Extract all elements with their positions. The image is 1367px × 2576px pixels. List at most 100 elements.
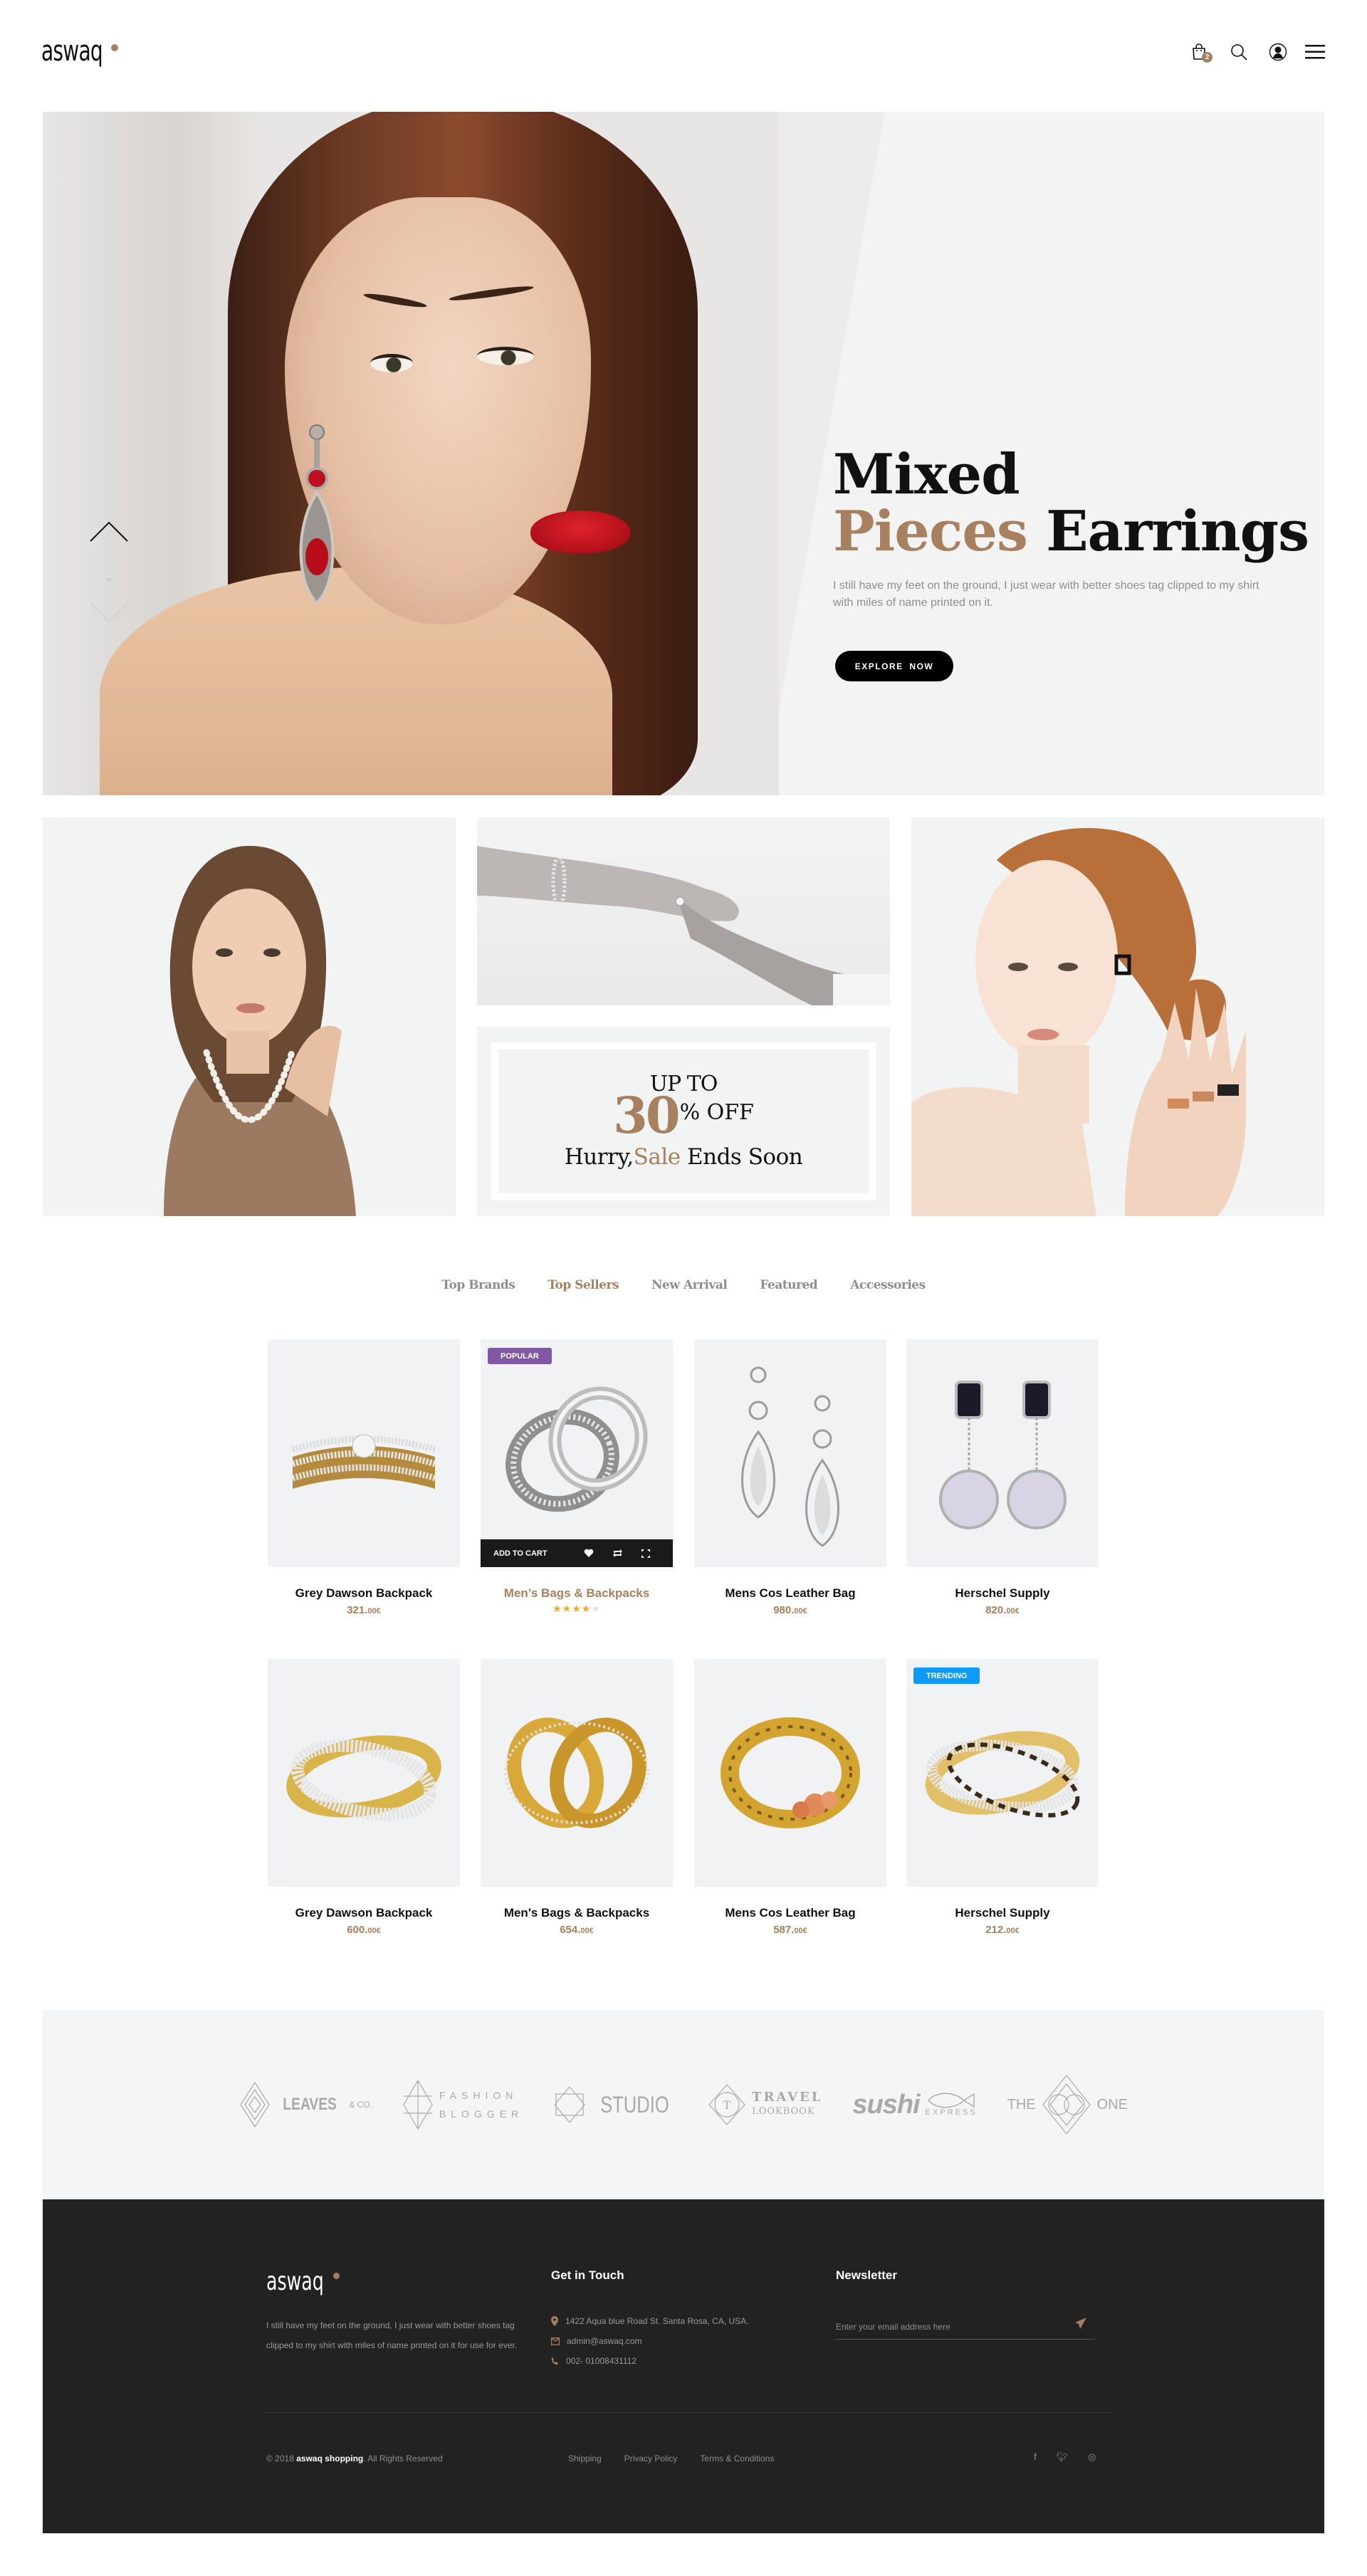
brand-logo-leaves[interactable]: LEAVES & CO. [239,2081,372,2128]
search-button[interactable] [1229,41,1249,63]
instagram-icon[interactable]: ◎ [1088,2451,1096,2463]
cart-button[interactable]: 2 [1189,41,1213,63]
product-image[interactable]: TRENDING [906,1659,1099,1887]
product-image[interactable] [481,1659,673,1887]
model-with-rings-image [911,828,1246,1216]
product-card[interactable]: POPULAR ADD TO CART Men’s Bags & Backpac… [481,1339,673,1615]
search-icon [1231,44,1247,61]
product-image[interactable] [906,1339,1099,1567]
promo-banner-rings[interactable] [911,817,1324,1216]
menu-button[interactable] [1305,41,1325,63]
product-card[interactable]: Grey Dawson Backpack 321.00€ [268,1339,460,1616]
explore-now-button[interactable]: EXPLORE NOW [835,651,953,681]
compare-button[interactable] [603,1549,632,1558]
copyright-text: © 2018 aswaq shopping. All Rights Reserv… [266,2454,443,2464]
diamond-ring-set-image [291,1434,436,1489]
product-card[interactable]: Grey Dawson Backpack 600.00€ [268,1659,460,1936]
product-name[interactable]: Mens Cos Leather Bag [694,1586,886,1601]
expand-icon [641,1549,650,1558]
product-image[interactable]: POPULAR ADD TO CART [481,1339,673,1567]
add-to-cart-button[interactable]: ADD TO CART [493,1549,575,1558]
product-price: 600.00€ [347,1924,381,1936]
footer-link-privacy-policy[interactable]: Privacy Policy [624,2454,678,2464]
newsletter-email-input[interactable] [836,2314,1095,2340]
slider-next-arrow-icon[interactable] [89,602,129,623]
footer-link-shipping[interactable]: Shipping [568,2454,602,2464]
tab-accessories[interactable]: Accessories [850,1278,926,1292]
star-icon: ★ [572,1603,582,1614]
account-button[interactable] [1268,41,1288,63]
product-rating: ★★★★★ [481,1603,673,1615]
product-price: 980.00€ [773,1604,807,1616]
product-card[interactable]: TRENDING Herschel Supply 212.00€ [906,1659,1099,1936]
product-price: 212.00€ [985,1924,1020,1936]
contact-heading: Get in Touch [551,2268,624,2282]
promo-banner-bracelet[interactable] [477,817,890,1005]
brand-logo-the-one[interactable]: THE ONE [1007,2074,1128,2135]
logo-dot [111,44,118,51]
footer-logo[interactable]: aswaq [266,2267,324,2296]
twitter-icon[interactable]: 🐦︎ [1057,2451,1069,2463]
star-icon: ★ [581,1603,592,1614]
tab-top-brands[interactable]: Top Brands [441,1278,515,1292]
contact-phone[interactable]: 002- 01008431112 [551,2356,637,2366]
product-name[interactable]: Mens Cos Leather Bag [694,1906,886,1920]
tab-top-sellers[interactable]: Top Sellers [548,1278,619,1292]
quick-view-button[interactable] [632,1549,660,1559]
product-action-bar: ADD TO CART [481,1539,673,1567]
product-card[interactable]: Mens Cos Leather Bag 980.00€ [694,1339,886,1616]
earring-illustration [299,424,335,605]
slider-prev-arrow-icon[interactable] [89,521,129,543]
brand-logo-travel-lookbook[interactable]: T TRAVEL LOOKBOOK [708,2083,822,2126]
sale-percent: 30 [613,1086,680,1145]
product-image[interactable] [268,1339,460,1567]
wishlist-button[interactable] [575,1549,603,1558]
product-name[interactable]: Men's Bags & Backpacks [481,1906,673,1920]
tab-new-arrival[interactable]: New Arrival [651,1278,728,1292]
product-name[interactable]: Grey Dawson Backpack [268,1586,460,1601]
slider-indicator-dot[interactable] [107,577,111,582]
brand-logo-sushi-express[interactable]: sushi EXPRESS [852,2090,977,2120]
brand-logo-fashion-blogger[interactable]: FASHION BLOGGER [402,2079,523,2130]
svg-text:T: T [723,2098,731,2112]
product-name[interactable]: Grey Dawson Backpack [268,1906,460,1920]
product-card[interactable]: Mens Cos Leather Bag 587.00€ [694,1659,886,1936]
hero-title-line1: Mixed [833,442,1020,507]
contact-address: 1422 Aqua blue Road St. Santa Rosa, CA, … [551,2316,749,2326]
gold-heart-rings-image [504,1717,649,1828]
site-footer: aswaq I still have my feet on the ground… [43,2199,1324,2533]
fish-icon [927,2093,975,2108]
popular-tag: POPULAR [488,1348,552,1364]
product-card[interactable]: Herschel Supply 820.00€ [906,1339,1099,1616]
star-icon: ★ [552,1603,562,1614]
product-name[interactable]: Herschel Supply [906,1906,1099,1920]
footer-link-terms[interactable]: Terms & Conditions [700,2454,774,2464]
footer-links: Shipping Privacy Policy Terms & Conditio… [568,2454,774,2464]
product-image[interactable] [268,1659,460,1887]
product-name[interactable]: Herschel Supply [906,1586,1099,1601]
trending-tag: TRENDING [913,1667,980,1684]
sale-banner[interactable]: UP TO 30 % OFF Hurry,Sale Ends Soon [477,1027,890,1216]
product-card[interactable]: Men's Bags & Backpacks 654.00€ [481,1659,673,1936]
site-logo[interactable]: aswaq [41,37,103,66]
leaves-diamond-icon [240,2081,270,2128]
newsletter-submit-button[interactable] [1075,2318,1086,2332]
product-image[interactable] [694,1339,886,1567]
product-image[interactable] [694,1659,886,1887]
footer-about: I still have my feet on the ground, I ju… [266,2320,518,2350]
cartier-rings-image [925,1731,1080,1818]
social-links: f 🐦︎ ◎ [1034,2451,1096,2463]
hero-slider: Mixed Pieces Earrings I still have my fe… [43,112,1324,795]
paper-plane-icon [1075,2318,1086,2329]
facebook-icon[interactable]: f [1034,2451,1037,2463]
footer-divider [266,2412,1112,2413]
product-price: 587.00€ [773,1924,807,1936]
product-price: 654.00€ [560,1924,594,1936]
tab-featured[interactable]: Featured [760,1278,817,1292]
product-name[interactable]: Men’s Bags & Backpacks [481,1586,673,1601]
site-header: aswaq 2 [0,0,1367,112]
product-tabs: Top Brands Top Sellers New Arrival Featu… [0,1278,1367,1292]
contact-email[interactable]: admin@aswaq.com [551,2336,642,2346]
brand-logo-studio[interactable]: STUDIO [553,2085,678,2124]
promo-banner-pearl-necklace[interactable] [43,817,456,1216]
